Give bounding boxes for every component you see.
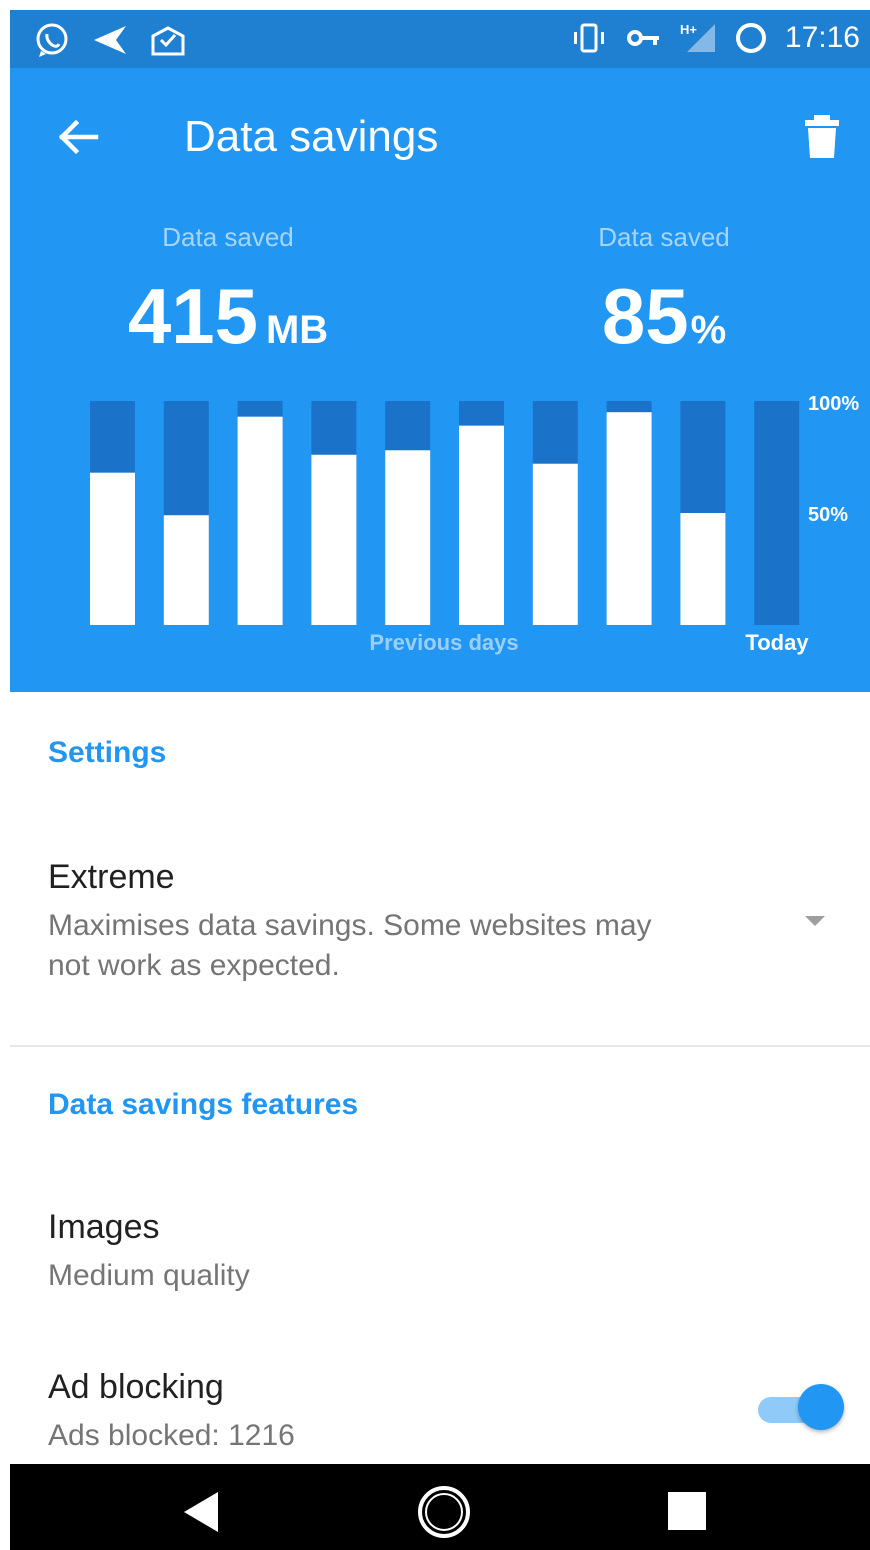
navigation-bar [10, 1464, 870, 1550]
status-bar: H+ 17:16 [10, 10, 870, 68]
toggle-thumb [798, 1384, 844, 1430]
chevron-down-icon[interactable] [800, 905, 830, 935]
clock: 17:16 [784, 21, 860, 54]
whatsapp-icon [36, 23, 68, 57]
ad-blocking-subtitle: Ads blocked: 1216 [48, 1419, 295, 1452]
today-label: Today [745, 630, 809, 655]
bar-1 [90, 472, 135, 625]
vibrate-icon [573, 23, 604, 53]
mode-description-line-1: Maximises data savings. Some websites ma… [48, 909, 652, 942]
nav-back-icon[interactable] [180, 1490, 224, 1534]
images-title: Images [48, 1208, 160, 1246]
svg-text:H+: H+ [680, 22, 697, 37]
x-axis-label: Previous days [369, 630, 518, 655]
mode-description-line-2: not work as expected. [48, 949, 340, 982]
send-icon [94, 26, 126, 54]
bar-8 [606, 412, 652, 625]
mail-check-icon [151, 26, 185, 56]
bar-4 [311, 454, 357, 625]
section-divider [10, 1045, 870, 1047]
mode-title: Extreme [48, 858, 175, 896]
data-savings-header: Data savings Data saved 415 MB Data saved… [10, 68, 870, 692]
images-subtitle: Medium quality [48, 1259, 250, 1292]
y-tick-label-50: 50% [808, 504, 848, 526]
bar-2 [163, 515, 209, 625]
ad-blocking-toggle[interactable] [756, 1384, 846, 1436]
sync-icon [735, 23, 766, 53]
bar-3 [237, 416, 283, 625]
settings-section-header: Settings [48, 736, 167, 769]
bar-9 [680, 513, 726, 625]
bar-7 [532, 463, 578, 625]
nav-recents-icon[interactable] [666, 1490, 708, 1532]
signal-hplus-icon: H+ [680, 22, 715, 52]
bar-background-Today [754, 401, 800, 625]
bar-6 [459, 425, 504, 625]
bar-5 [385, 450, 431, 625]
daily-savings-chart: 100% 50% Previous days Today [90, 393, 859, 655]
nav-home-icon[interactable] [416, 1484, 472, 1540]
features-section-header: Data savings features [48, 1088, 359, 1121]
vpn-key-icon [626, 30, 659, 46]
ad-blocking-title: Ad blocking [48, 1368, 224, 1406]
y-tick-label-100: 100% [808, 393, 859, 415]
